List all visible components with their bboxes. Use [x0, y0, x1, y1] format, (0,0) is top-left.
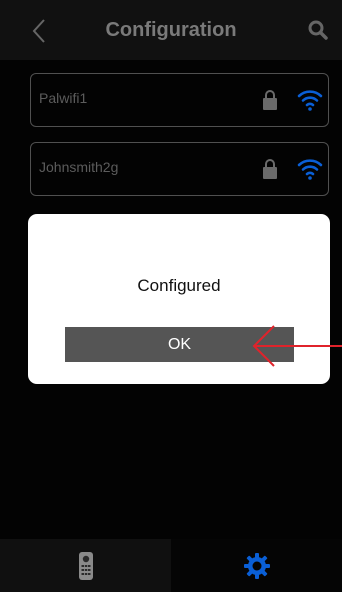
- remote-control-icon: [78, 551, 93, 580]
- navigation-bar: Configuration: [0, 0, 342, 60]
- search-icon: [308, 20, 328, 40]
- wifi-network-row[interactable]: Palwifi1: [30, 73, 329, 127]
- red-arrow-annotation: [252, 325, 342, 367]
- wifi-network-name: Johnsmith2g: [39, 159, 119, 175]
- gear-icon: [243, 552, 270, 579]
- back-button[interactable]: [26, 15, 52, 47]
- wifi-icon: [297, 90, 323, 111]
- tab-remote[interactable]: [0, 539, 171, 592]
- dialog-message: Configured: [137, 276, 221, 295]
- configuration-screen: Configuration Palwifi1 Johnsmith2g Confi…: [0, 0, 342, 592]
- wifi-icon: [297, 159, 323, 180]
- tab-settings[interactable]: [171, 539, 342, 592]
- search-button[interactable]: [306, 18, 330, 42]
- lock-icon: [263, 159, 277, 179]
- lock-icon: [263, 90, 277, 110]
- wifi-network-row[interactable]: Johnsmith2g: [30, 142, 329, 196]
- chevron-left-icon: [32, 19, 45, 43]
- wifi-network-name: Palwifi1: [39, 90, 88, 106]
- bottom-tab-bar: [0, 539, 342, 592]
